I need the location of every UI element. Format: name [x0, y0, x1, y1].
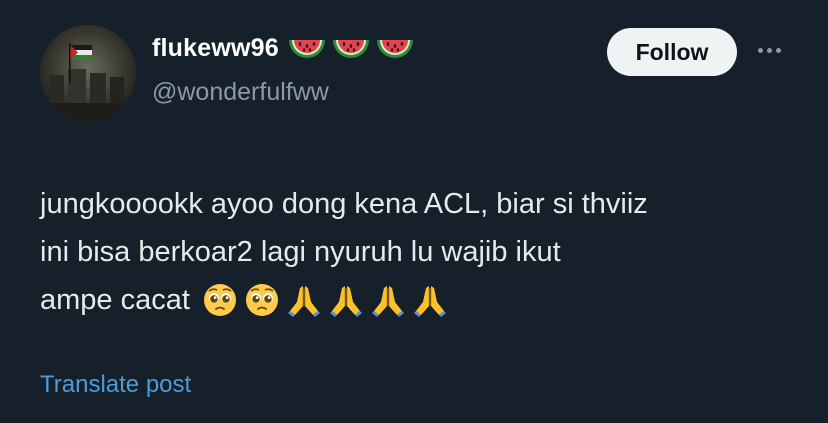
folded-hands-icon: [370, 282, 406, 318]
translate-post-link[interactable]: Translate post: [40, 371, 191, 399]
folded-hands-icon: [328, 282, 364, 318]
avatar[interactable]: [40, 25, 136, 121]
user-name-row: flukeww96: [152, 34, 415, 63]
dot: [766, 47, 772, 53]
tweet-line-with-emojis: ampe cacat: [40, 276, 800, 324]
display-name[interactable]: flukeww96: [152, 34, 279, 63]
name-badges: [287, 36, 415, 62]
tweet-line: ini bisa berkoar2 lagi nyuruh lu wajib i…: [40, 236, 561, 268]
dot: [757, 47, 763, 53]
watermelon-icon: [375, 36, 415, 62]
tweet-text: jungkooookk ayoo dong kena ACL, biar si …: [40, 180, 800, 324]
follow-button[interactable]: Follow: [607, 28, 737, 76]
tweet-line: jungkooookk ayoo dong kena ACL, biar si …: [40, 188, 648, 220]
folded-hands-icon: [412, 282, 448, 318]
emoji-group: [202, 282, 448, 318]
pleading-face-icon: [244, 282, 280, 318]
watermelon-icon: [287, 36, 327, 62]
folded-hands-icon: [286, 282, 322, 318]
dot: [775, 47, 781, 53]
watermelon-icon: [331, 36, 371, 62]
user-handle[interactable]: @wonderfulfww: [152, 78, 329, 107]
pleading-face-icon: [202, 282, 238, 318]
more-horizontal-icon[interactable]: [751, 40, 787, 60]
tweet-line: ampe cacat: [40, 284, 190, 316]
